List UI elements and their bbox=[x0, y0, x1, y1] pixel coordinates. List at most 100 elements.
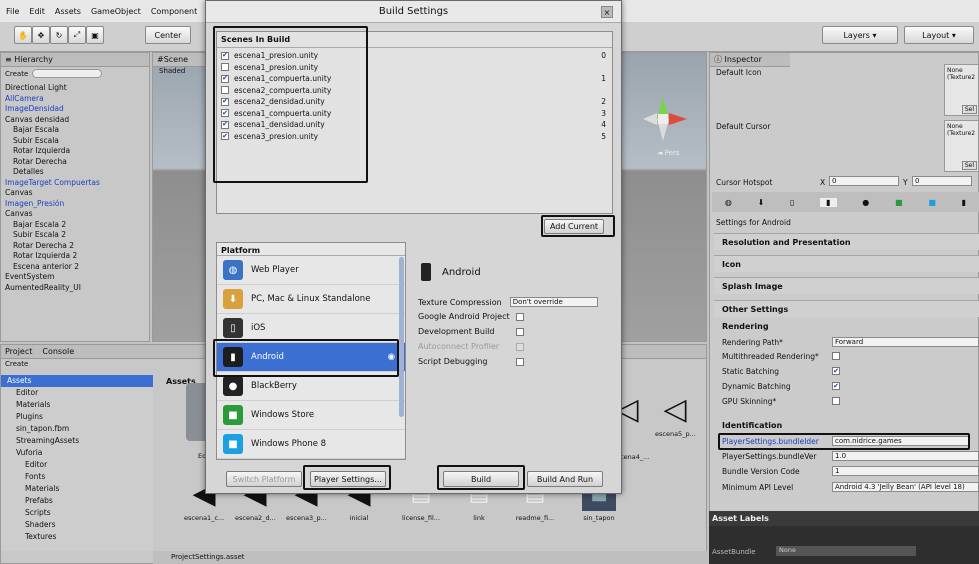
hierarchy-item[interactable]: AumentedReality_UI bbox=[1, 283, 149, 294]
project-folder[interactable]: Materials bbox=[1, 399, 153, 411]
multithreaded-checkbox[interactable] bbox=[832, 352, 840, 360]
hierarchy-item[interactable]: Rotar Izquierda bbox=[1, 146, 149, 157]
project-folder[interactable]: StreamingAssets bbox=[1, 435, 153, 447]
default-cursor-slot[interactable]: None (Texture2 Sel bbox=[944, 120, 979, 172]
project-folder[interactable]: Materials bbox=[1, 483, 153, 495]
platform-item[interactable]: ⬇ PC, Mac & Linux Standalone bbox=[217, 285, 405, 314]
hierarchy-item[interactable]: Rotar Derecha bbox=[1, 157, 149, 168]
asset-label: escena1_c... bbox=[184, 514, 225, 522]
hotspot-x-field[interactable]: 0 bbox=[829, 176, 899, 186]
asset-bundle-dropdown[interactable]: None bbox=[776, 546, 916, 556]
section-resolution[interactable]: Resolution and Presentation bbox=[714, 233, 979, 250]
project-folder[interactable]: Vuforia bbox=[1, 447, 153, 459]
platform-label: iOS bbox=[251, 323, 266, 333]
hierarchy-item[interactable]: Detalles bbox=[1, 167, 149, 178]
min-api-dropdown[interactable]: Android 4.3 'Jelly Bean' (API level 18) bbox=[832, 482, 979, 492]
menu-gameobject[interactable]: GameObject bbox=[91, 7, 141, 16]
menu-edit[interactable]: Edit bbox=[29, 7, 45, 16]
hierarchy-item[interactable]: Imagen_Presión bbox=[1, 199, 149, 210]
rendering-path-dropdown[interactable]: Forward bbox=[832, 337, 979, 347]
google-android-project-checkbox[interactable] bbox=[516, 312, 524, 321]
menu-component[interactable]: Component bbox=[151, 7, 197, 16]
select-button[interactable]: Sel bbox=[961, 161, 977, 170]
menu-file[interactable]: File bbox=[6, 7, 19, 16]
project-folder[interactable]: Plugins bbox=[1, 411, 153, 423]
none-texture-label: None (Texture2 bbox=[947, 123, 976, 137]
platform-item[interactable]: ◍ Web Player bbox=[217, 256, 405, 285]
windows-store-tab-icon[interactable]: ■ bbox=[895, 198, 903, 207]
bundle-version-code-field[interactable]: 1 bbox=[832, 466, 979, 476]
ios-tab-icon[interactable]: ▯ bbox=[790, 198, 794, 207]
hand-tool-icon[interactable]: ✋ bbox=[14, 26, 32, 44]
menu-assets[interactable]: Assets bbox=[55, 7, 81, 16]
hotspot-y-field[interactable]: 0 bbox=[912, 176, 972, 186]
default-icon-slot[interactable]: None (Texture2 Sel bbox=[944, 64, 979, 116]
platform-label: BlackBerry bbox=[251, 381, 297, 391]
script-debugging-checkbox[interactable] bbox=[516, 357, 524, 366]
hierarchy-item[interactable]: Canvas bbox=[1, 209, 149, 220]
hierarchy-item[interactable]: EventSystem bbox=[1, 272, 149, 283]
pivot-center-toggle[interactable]: Center bbox=[145, 26, 191, 44]
close-icon[interactable]: × bbox=[601, 6, 613, 18]
inspector-tab[interactable]: ⓘ Inspector bbox=[710, 53, 790, 67]
layout-dropdown[interactable]: Layout ▾ bbox=[904, 26, 974, 44]
project-folder[interactable]: Textures bbox=[1, 531, 153, 543]
hierarchy-item[interactable]: ImageTarget Compuertas bbox=[1, 178, 149, 189]
windows-phone-tab-icon[interactable]: ■ bbox=[928, 198, 936, 207]
project-tab[interactable]: Project bbox=[5, 347, 32, 356]
rotate-tool-icon[interactable]: ↻ bbox=[50, 26, 68, 44]
texture-compression-dropdown[interactable]: Don't override bbox=[509, 297, 598, 307]
android-tab-icon[interactable]: ▮ bbox=[820, 197, 837, 207]
project-folder[interactable]: Editor bbox=[1, 387, 153, 399]
platform-item[interactable]: ■ Windows Phone 8 bbox=[217, 430, 405, 459]
project-folder[interactable]: Shaders bbox=[1, 519, 153, 531]
platform-scrollbar[interactable] bbox=[399, 257, 404, 417]
hierarchy-item[interactable]: Bajar Escala 2 bbox=[1, 220, 149, 231]
project-folder[interactable]: Scripts bbox=[1, 507, 153, 519]
hierarchy-item[interactable]: Rotar Izquierda 2 bbox=[1, 251, 149, 262]
gpu-skinning-checkbox[interactable] bbox=[832, 397, 840, 405]
development-build-checkbox[interactable] bbox=[516, 327, 524, 336]
project-folder[interactable]: Fonts bbox=[1, 471, 153, 483]
hierarchy-item[interactable]: Escena anterior 2 bbox=[1, 262, 149, 273]
move-tool-icon[interactable]: ✥ bbox=[32, 26, 50, 44]
scale-tool-icon[interactable]: ⤢ bbox=[68, 26, 86, 44]
bundle-version-field[interactable]: 1.0 bbox=[832, 451, 979, 461]
build-and-run-button[interactable]: Build And Run bbox=[527, 471, 603, 487]
blackberry-tab-icon[interactable]: ● bbox=[862, 198, 869, 207]
hierarchy-item[interactable]: Directional Light bbox=[1, 83, 149, 94]
scene-tab[interactable]: # Scene bbox=[153, 53, 213, 67]
hierarchy-item[interactable]: Subir Escala 2 bbox=[1, 230, 149, 241]
hierarchy-item[interactable]: AllCamera bbox=[1, 94, 149, 105]
hierarchy-item[interactable]: Subir Escala bbox=[1, 136, 149, 147]
section-splash[interactable]: Splash Image bbox=[714, 277, 979, 294]
static-batching-checkbox[interactable]: ✔ bbox=[832, 367, 840, 375]
tizen-tab-icon[interactable]: ▮ bbox=[962, 198, 966, 207]
scene-gizmo-icon[interactable]: ◄ Pers bbox=[643, 89, 703, 159]
rect-tool-icon[interactable]: ▣ bbox=[86, 26, 104, 44]
none-texture-label: None (Texture2 bbox=[947, 67, 976, 81]
hierarchy-search-input[interactable] bbox=[32, 69, 103, 78]
hierarchy-tab[interactable]: ≡ Hierarchy bbox=[1, 53, 149, 67]
section-icon[interactable]: Icon bbox=[714, 255, 979, 272]
hierarchy-create-button[interactable]: Create bbox=[5, 70, 28, 78]
standalone-tab-icon[interactable]: ⬇ bbox=[758, 198, 765, 207]
project-folder[interactable]: sin_tapon.fbm bbox=[1, 423, 153, 435]
project-folder[interactable]: Editor bbox=[1, 459, 153, 471]
hierarchy-item[interactable]: Bajar Escala bbox=[1, 125, 149, 136]
hierarchy-item[interactable]: Canvas bbox=[1, 188, 149, 199]
console-tab[interactable]: Console bbox=[42, 347, 74, 356]
web-player-tab-icon[interactable]: ◍ bbox=[725, 198, 732, 207]
project-folder[interactable]: Assets bbox=[1, 375, 153, 387]
asset-item[interactable]: ◁ escena5_p... bbox=[655, 393, 696, 439]
hierarchy-item[interactable]: Rotar Derecha 2 bbox=[1, 241, 149, 252]
dynamic-batching-checkbox[interactable]: ✔ bbox=[832, 382, 840, 390]
layers-dropdown[interactable]: Layers ▾ bbox=[822, 26, 898, 44]
hierarchy-item[interactable]: Canvas densidad bbox=[1, 115, 149, 126]
asset-label: license_fil... bbox=[401, 514, 441, 522]
project-folder[interactable]: Prefabs bbox=[1, 495, 153, 507]
hierarchy-item[interactable]: ImageDensidad bbox=[1, 104, 149, 115]
platform-item[interactable]: ■ Windows Store bbox=[217, 401, 405, 430]
section-other-settings[interactable]: Other Settings bbox=[714, 300, 979, 317]
select-button[interactable]: Sel bbox=[961, 105, 977, 114]
